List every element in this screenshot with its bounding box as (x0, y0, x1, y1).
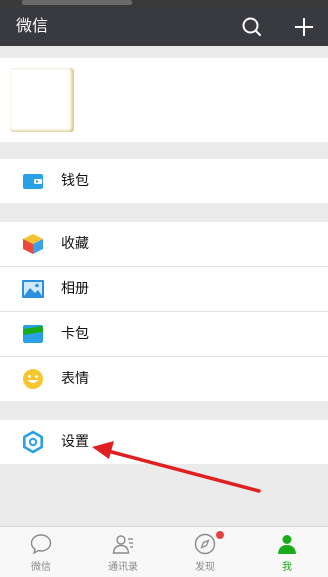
search-icon[interactable] (238, 13, 266, 41)
cube-icon (20, 232, 46, 256)
wallet-icon (20, 169, 46, 193)
gear-icon (20, 430, 46, 454)
tab-chats[interactable]: 微信 (0, 527, 82, 577)
tab-label: 发现 (195, 562, 215, 573)
menu-item-cards[interactable]: 卡包 (0, 312, 328, 356)
tab-contacts[interactable]: 通讯录 (82, 527, 164, 577)
tab-me[interactable]: 我 (246, 527, 328, 577)
photo-icon (20, 277, 46, 301)
menu-item-label: 设置 (61, 434, 89, 450)
menu-item-settings[interactable]: 设置 (0, 420, 328, 464)
card-icon (20, 322, 46, 346)
menu-item-label: 钱包 (61, 173, 89, 189)
menu-item-stickers[interactable]: 表情 (0, 357, 328, 401)
menu-item-label: 收藏 (61, 236, 89, 252)
chat-bubble-icon (29, 532, 53, 556)
profile-card[interactable] (0, 58, 328, 142)
status-bar (0, 0, 328, 8)
notification-dot (216, 531, 224, 539)
bottom-tab-bar: 微信 通讯录 发现 我 (0, 526, 328, 577)
menu-item-album[interactable]: 相册 (0, 267, 328, 311)
tab-label: 微信 (31, 562, 51, 573)
tab-label: 我 (282, 562, 292, 573)
tab-discover[interactable]: 发现 (164, 527, 246, 577)
contacts-icon (111, 532, 135, 556)
menu-item-favorites[interactable]: 收藏 (0, 222, 328, 266)
menu-item-label: 卡包 (61, 326, 89, 342)
compass-icon (193, 532, 217, 556)
smiley-icon (20, 367, 46, 391)
app-title: 微信 (16, 16, 49, 35)
add-icon[interactable] (290, 13, 318, 41)
menu-item-label: 表情 (61, 371, 89, 387)
tab-label: 通讯录 (108, 562, 138, 573)
top-header: 微信 (0, 8, 328, 46)
menu-item-label: 相册 (61, 281, 89, 297)
avatar[interactable] (10, 68, 74, 132)
menu-item-wallet[interactable]: 钱包 (0, 159, 328, 203)
status-bar-blur (22, 0, 132, 5)
person-icon (275, 532, 299, 556)
